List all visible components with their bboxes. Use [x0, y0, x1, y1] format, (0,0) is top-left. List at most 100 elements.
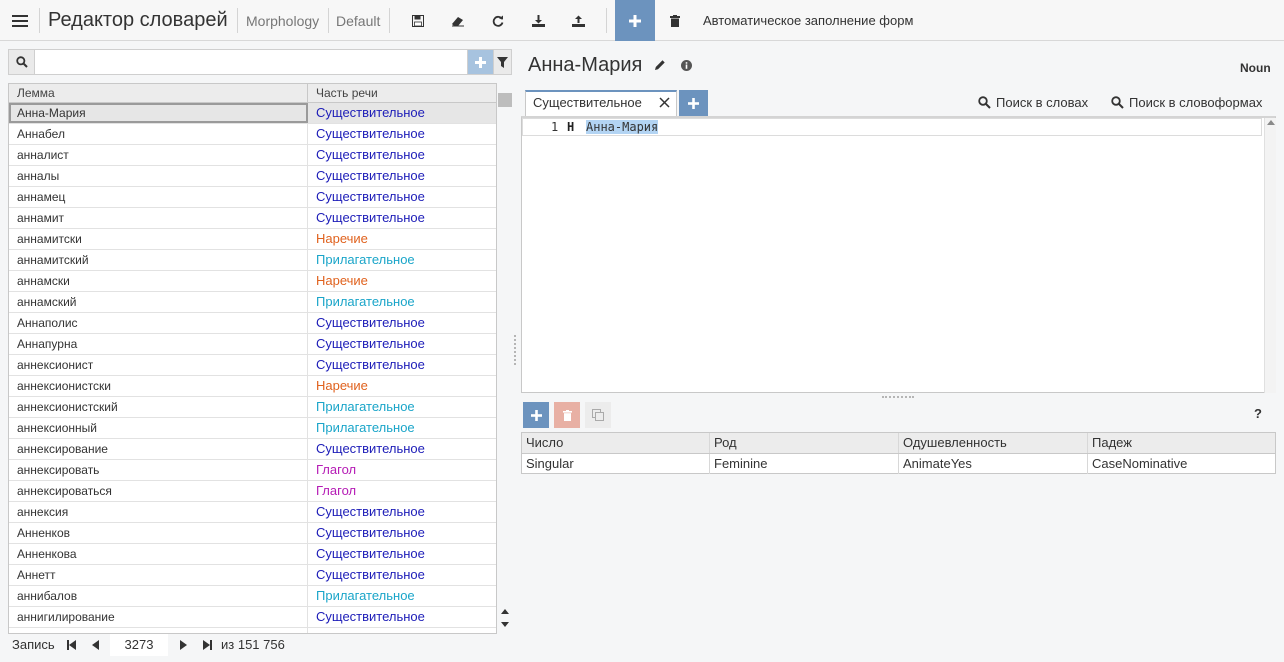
- table-row[interactable]: аннамец Существительное: [9, 187, 496, 208]
- feature-animacy[interactable]: AnimateYes: [899, 454, 1088, 474]
- lemma-cell[interactable]: аннамит: [9, 208, 308, 228]
- search-in-wordforms-button[interactable]: Поиск в словоформах: [1111, 93, 1262, 111]
- copy-feature-button[interactable]: [585, 402, 611, 428]
- search-icon[interactable]: [8, 49, 35, 75]
- table-row[interactable]: аннексионный Прилагательное: [9, 418, 496, 439]
- autofill-forms-button[interactable]: Автоматическое заполнение форм: [703, 0, 913, 41]
- table-row[interactable]: аннексироваться Глагол: [9, 481, 496, 502]
- download-icon[interactable]: [525, 0, 551, 41]
- lemma-cell[interactable]: аннамитски: [9, 229, 308, 249]
- close-icon[interactable]: [656, 94, 672, 110]
- trash-icon[interactable]: [662, 0, 688, 41]
- table-row[interactable]: Аннапурна Существительное: [9, 334, 496, 355]
- table-row[interactable]: аннамский Прилагательное: [9, 292, 496, 313]
- column-header-case[interactable]: Падеж: [1088, 433, 1275, 453]
- pos-cell[interactable]: Существительное: [308, 523, 496, 543]
- pos-cell[interactable]: Существительное: [308, 334, 496, 354]
- lemma-cell[interactable]: аннексионист: [9, 355, 308, 375]
- lemma-cell[interactable]: Аннабел: [9, 124, 308, 144]
- pos-cell[interactable]: Наречие: [308, 271, 496, 291]
- pos-cell[interactable]: Прилагательное: [308, 586, 496, 606]
- table-row[interactable]: аннексирование Существительное: [9, 439, 496, 460]
- add-filter-icon[interactable]: [468, 49, 494, 75]
- pos-cell[interactable]: Существительное: [308, 145, 496, 165]
- table-row[interactable]: аннигилирование Существительное: [9, 607, 496, 628]
- table-row[interactable]: аннексионистский Прилагательное: [9, 397, 496, 418]
- search-in-words-button[interactable]: Поиск в словах: [978, 93, 1088, 111]
- pos-cell[interactable]: Существительное: [308, 187, 496, 207]
- horizontal-splitter[interactable]: [882, 396, 914, 399]
- pos-cell[interactable]: Существительное: [308, 355, 496, 375]
- pos-cell[interactable]: Существительное: [308, 607, 496, 627]
- table-row[interactable]: аннибалов Прилагательное: [9, 586, 496, 607]
- edit-pencil-icon[interactable]: [654, 54, 666, 77]
- table-row[interactable]: Анненкова Существительное: [9, 544, 496, 565]
- table-row[interactable]: аннексировать Глагол: [9, 460, 496, 481]
- pos-cell[interactable]: Существительное: [308, 208, 496, 228]
- profile-label[interactable]: Default: [336, 0, 380, 41]
- lemma-cell[interactable]: аннексионистский: [9, 397, 308, 417]
- lemma-cell[interactable]: Аннаполис: [9, 313, 308, 333]
- lemma-cell[interactable]: Анна-Мария: [9, 103, 308, 123]
- form-value[interactable]: Анна-Мария: [586, 120, 659, 134]
- menu-icon[interactable]: [6, 0, 34, 41]
- add-tab-icon[interactable]: [679, 90, 708, 116]
- pos-cell[interactable]: Существительное: [308, 565, 496, 585]
- first-record-icon[interactable]: [63, 634, 79, 656]
- table-row[interactable]: аннамит Существительное: [9, 208, 496, 229]
- lemma-cell[interactable]: Анненков: [9, 523, 308, 543]
- pos-cell[interactable]: Прилагательное: [308, 250, 496, 270]
- lemma-cell[interactable]: аннамский: [9, 292, 308, 312]
- table-row[interactable]: аннексионист Существительное: [9, 355, 496, 376]
- search-input[interactable]: [35, 49, 468, 75]
- lemma-cell[interactable]: аннигилирование: [9, 607, 308, 627]
- lemma-cell[interactable]: аннамец: [9, 187, 308, 207]
- add-feature-button[interactable]: [523, 402, 549, 428]
- lemma-cell[interactable]: анналист: [9, 145, 308, 165]
- pos-cell[interactable]: Глагол: [308, 460, 496, 480]
- column-header-pos[interactable]: Часть речи: [308, 84, 496, 103]
- table-row[interactable]: анналист Существительное: [9, 145, 496, 166]
- table-row[interactable]: Singular Feminine AnimateYes CaseNominat…: [522, 454, 1275, 474]
- module-label[interactable]: Morphology: [246, 0, 319, 41]
- filter-icon[interactable]: [494, 49, 512, 75]
- lemma-cell[interactable]: аннибалов: [9, 586, 308, 606]
- eraser-icon[interactable]: [445, 0, 471, 41]
- table-row[interactable]: аннамитски Наречие: [9, 229, 496, 250]
- prev-record-icon[interactable]: [87, 634, 103, 656]
- pos-cell[interactable]: Прилагательное: [308, 292, 496, 312]
- column-header-animacy[interactable]: Одушевленность: [899, 433, 1088, 453]
- add-icon[interactable]: [615, 0, 655, 41]
- pos-cell[interactable]: Существительное: [308, 124, 496, 144]
- table-row[interactable]: аннамитский Прилагательное: [9, 250, 496, 271]
- pos-cell[interactable]: Прилагательное: [308, 397, 496, 417]
- lemma-cell[interactable]: аннексия: [9, 502, 308, 522]
- table-row[interactable]: Анна-Мария Существительное: [9, 103, 496, 124]
- refresh-icon[interactable]: [485, 0, 511, 41]
- pos-cell[interactable]: Существительное: [308, 544, 496, 564]
- form-editor[interactable]: 1 Н Анна-Мария: [521, 116, 1276, 393]
- pos-cell[interactable]: Глагол: [308, 481, 496, 501]
- lemma-cell[interactable]: аннамитский: [9, 250, 308, 270]
- column-header-lemma[interactable]: Лемма: [9, 84, 308, 103]
- info-icon[interactable]: [681, 54, 693, 77]
- table-row[interactable]: Аннаполис Существительное: [9, 313, 496, 334]
- column-header-number[interactable]: Число: [522, 433, 710, 453]
- pos-cell[interactable]: Существительное: [308, 439, 496, 459]
- feature-gender[interactable]: Feminine: [710, 454, 899, 474]
- table-row[interactable]: Аннабел Существительное: [9, 124, 496, 145]
- scroll-up-icon[interactable]: [1267, 120, 1275, 125]
- pos-cell[interactable]: Существительное: [308, 502, 496, 522]
- column-header-gender[interactable]: Род: [710, 433, 899, 453]
- lemma-cell[interactable]: аннексироваться: [9, 481, 308, 501]
- table-row[interactable]: аннексия Существительное: [9, 502, 496, 523]
- pos-cell[interactable]: Существительное: [308, 103, 496, 123]
- table-row[interactable]: анналы Существительное: [9, 166, 496, 187]
- pos-cell[interactable]: Существительное: [308, 313, 496, 333]
- vertical-splitter[interactable]: [514, 335, 517, 365]
- editor-line[interactable]: 1 Н Анна-Мария: [522, 118, 1262, 136]
- save-icon[interactable]: [405, 0, 431, 41]
- delete-feature-button[interactable]: [554, 402, 580, 428]
- lemma-cell[interactable]: Анненкова: [9, 544, 308, 564]
- help-icon[interactable]: ?: [1254, 406, 1262, 421]
